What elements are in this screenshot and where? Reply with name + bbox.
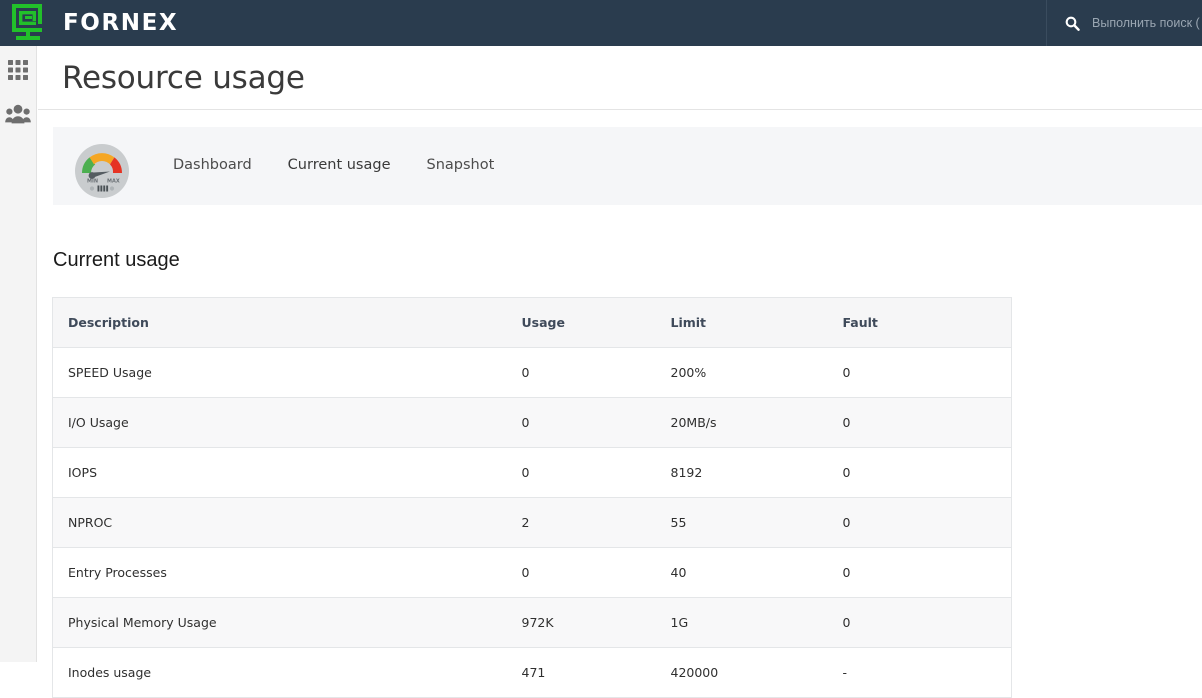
table-row: Entry Processes 0 40 0 bbox=[52, 547, 1012, 598]
cell-description: I/O Usage bbox=[52, 397, 507, 448]
table-row: IOPS 0 8192 0 bbox=[52, 447, 1012, 498]
gauge-icon: MIN MAX bbox=[74, 143, 130, 199]
cell-fault: 0 bbox=[827, 547, 1012, 598]
cell-fault: 0 bbox=[827, 447, 1012, 498]
table-header-row: Description Usage Limit Fault bbox=[52, 297, 1012, 348]
svg-text:MAX: MAX bbox=[107, 179, 120, 185]
top-header-bar: FORNEX Выполнить поиск ( / ) bbox=[0, 0, 1202, 46]
cell-description: Physical Memory Usage bbox=[52, 597, 507, 648]
tab-label: Current usage bbox=[287, 157, 391, 173]
cell-description: IOPS bbox=[52, 447, 507, 498]
column-header-fault: Fault bbox=[827, 297, 1012, 348]
table-body: SPEED Usage 0 200% 0 I/O Usage 0 20MB/s … bbox=[52, 347, 1012, 698]
column-header-description: Description bbox=[52, 297, 507, 348]
tab-current-usage[interactable]: Current usage bbox=[288, 127, 391, 205]
column-header-limit: Limit bbox=[655, 297, 828, 348]
title-divider bbox=[38, 109, 1202, 110]
tab-panel: MIN MAX Dashboard Current usage Snapshot bbox=[53, 127, 1202, 205]
tab-list: Dashboard Current usage Snapshot bbox=[173, 127, 530, 205]
cell-fault: 0 bbox=[827, 597, 1012, 648]
cell-limit: 1G bbox=[655, 597, 828, 648]
cell-usage: 972K bbox=[506, 597, 656, 648]
brand-name: FORNEX bbox=[63, 10, 179, 36]
cell-description: SPEED Usage bbox=[52, 347, 507, 398]
cell-usage: 2 bbox=[506, 497, 656, 548]
tab-label: Dashboard bbox=[173, 157, 252, 173]
cell-limit: 55 bbox=[655, 497, 828, 548]
cell-usage: 0 bbox=[506, 547, 656, 598]
table-row: I/O Usage 0 20MB/s 0 bbox=[52, 397, 1012, 448]
search-box[interactable]: Выполнить поиск ( / ) bbox=[1046, 0, 1202, 46]
cell-limit: 420000 bbox=[655, 647, 828, 698]
cell-description: Inodes usage bbox=[52, 647, 507, 698]
table-row: NPROC 2 55 0 bbox=[52, 497, 1012, 548]
table-row: Inodes usage 471 420000 - bbox=[52, 647, 1012, 698]
left-sidebar bbox=[0, 46, 37, 662]
cell-fault: 0 bbox=[827, 397, 1012, 448]
table-row: Physical Memory Usage 972K 1G 0 bbox=[52, 597, 1012, 648]
page-title: Resource usage bbox=[62, 60, 305, 96]
cell-limit: 200% bbox=[655, 347, 828, 398]
tab-snapshot[interactable]: Snapshot bbox=[427, 127, 495, 205]
tab-dashboard[interactable]: Dashboard bbox=[173, 127, 252, 205]
column-header-usage: Usage bbox=[506, 297, 656, 348]
apps-grid-icon bbox=[7, 59, 29, 81]
search-input[interactable]: Выполнить поиск ( / ) bbox=[1092, 16, 1202, 30]
main-content: Resource usage MIN MAX Dashboard Current… bbox=[38, 46, 1202, 698]
svg-text:MIN: MIN bbox=[87, 179, 98, 185]
usage-table: Description Usage Limit Fault SPEED Usag… bbox=[52, 297, 1012, 698]
table-header: Description Usage Limit Fault bbox=[52, 297, 1012, 348]
brand-logo[interactable]: FORNEX bbox=[0, 0, 178, 46]
cell-fault: - bbox=[827, 647, 1012, 698]
users-group-icon bbox=[5, 104, 31, 124]
cell-fault: 0 bbox=[827, 497, 1012, 548]
section-title: Current usage bbox=[53, 249, 180, 271]
cell-usage: 471 bbox=[506, 647, 656, 698]
cell-limit: 40 bbox=[655, 547, 828, 598]
usage-table-wrapper: Description Usage Limit Fault SPEED Usag… bbox=[52, 297, 1012, 698]
cell-limit: 20MB/s bbox=[655, 397, 828, 448]
tab-label: Snapshot bbox=[426, 157, 495, 173]
sidebar-item-users[interactable] bbox=[0, 92, 36, 136]
cell-fault: 0 bbox=[827, 347, 1012, 398]
table-row: SPEED Usage 0 200% 0 bbox=[52, 347, 1012, 398]
cell-usage: 0 bbox=[506, 347, 656, 398]
search-icon bbox=[1065, 16, 1080, 31]
cell-limit: 8192 bbox=[655, 447, 828, 498]
cell-description: Entry Processes bbox=[52, 547, 507, 598]
cell-usage: 0 bbox=[506, 447, 656, 498]
fornex-logo-icon bbox=[9, 3, 49, 43]
sidebar-item-apps[interactable] bbox=[0, 48, 36, 92]
cell-description: NPROC bbox=[52, 497, 507, 548]
cell-usage: 0 bbox=[506, 397, 656, 448]
